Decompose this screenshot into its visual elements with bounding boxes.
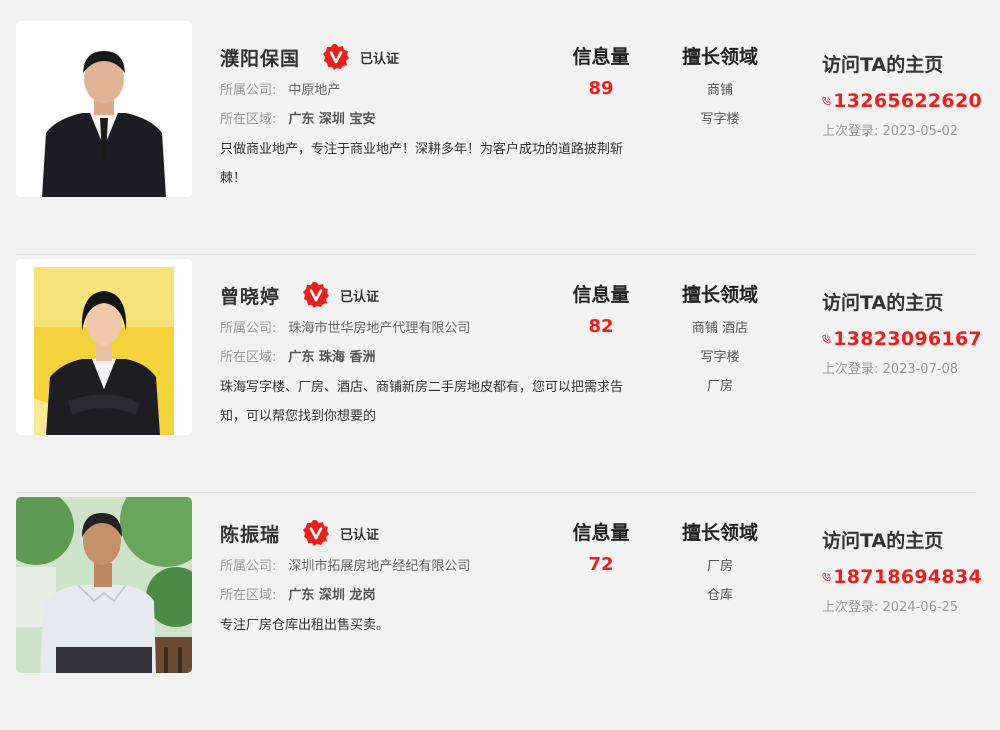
company-name: 珠海市世华房地产代理有限公司 xyxy=(288,321,471,336)
phone-number[interactable]: 13823096167 xyxy=(833,328,982,350)
last-login-label: 上次登录: xyxy=(822,362,879,377)
expertise-item: 商铺 酒店 xyxy=(691,321,749,336)
agent-card: 濮阳保国 已认证 所属公司: 中原地产 所在区域: 广东 深圳 宝安 只做商业地产，… xyxy=(16,16,982,255)
verified-badge: 已认证 xyxy=(322,43,399,71)
expertise-item: 商铺 xyxy=(706,83,733,98)
info-count-value: 72 xyxy=(588,554,614,575)
expertise-block: 擅长领域 商铺 酒店 写字楼 厂房 xyxy=(670,280,770,397)
expertise-item: 写字楼 xyxy=(700,112,740,127)
info-count-title: 信息量 xyxy=(572,522,630,544)
phone-icon xyxy=(822,334,831,344)
company-label: 所属公司: xyxy=(220,559,277,574)
agent-name[interactable]: 曾晓婷 xyxy=(220,282,280,309)
expertise-item: 仓库 xyxy=(706,588,733,603)
verified-badge: 已认证 xyxy=(302,519,379,547)
company-label: 所属公司: xyxy=(220,83,277,98)
verified-v-icon xyxy=(303,520,330,546)
last-login-date: 2024-06-25 xyxy=(882,600,959,615)
expertise-block: 擅长领域 商铺 写字楼 xyxy=(670,42,770,130)
company-name: 深圳市拓展房地产经纪有限公司 xyxy=(288,559,471,574)
expertise-title: 擅长领域 xyxy=(681,46,758,68)
verified-label: 已认证 xyxy=(340,527,380,543)
agent-card: 陈振瑞 已认证 所属公司: 深圳市拓展房地产经纪有限公司 所在区域: 广东 深圳 龙… xyxy=(16,492,982,730)
region-label: 所在区域: xyxy=(220,350,277,365)
phone-number[interactable]: 13265622620 xyxy=(833,90,982,112)
agent-description: 专注厂房仓库出租出售买卖。 xyxy=(220,618,390,633)
contact-block: 访问TA的主页 18718694834 上次登录: 2024-06-25 xyxy=(822,526,982,615)
verified-v-icon xyxy=(323,44,350,70)
info-count-block: 信息量 89 xyxy=(546,42,656,99)
last-login: 上次登录: 2023-07-08 xyxy=(822,358,982,377)
info-count-title: 信息量 xyxy=(572,284,630,306)
visit-homepage-link[interactable]: 访问TA的主页 xyxy=(822,288,982,318)
avatar[interactable] xyxy=(16,259,192,435)
agent-name[interactable]: 濮阳保国 xyxy=(220,44,300,71)
region-label: 所在区域: xyxy=(220,112,277,127)
info-count-block: 信息量 72 xyxy=(546,518,656,575)
info-count-value: 89 xyxy=(588,78,614,99)
info-count-block: 信息量 82 xyxy=(546,280,656,337)
region-value: 广东 珠海 香洲 xyxy=(288,350,376,365)
visit-homepage-link[interactable]: 访问TA的主页 xyxy=(822,50,982,80)
company-label: 所属公司: xyxy=(220,321,277,336)
region-value: 广东 深圳 宝安 xyxy=(288,112,376,127)
verified-badge: 已认证 xyxy=(302,281,379,309)
phone-icon xyxy=(822,572,831,582)
phone-icon xyxy=(822,96,831,106)
agent-description: 只做商业地产，专注于商业地产！深耕多年！为客户成功的道路披荆斩棘！ xyxy=(220,142,624,186)
avatar[interactable] xyxy=(16,497,192,673)
info-count-title: 信息量 xyxy=(572,46,630,68)
region-value: 广东 深圳 龙岗 xyxy=(288,588,376,603)
agent-card: 曾晓婷 已认证 所属公司: 珠海市世华房地产代理有限公司 所在区域: 广东 珠海 香… xyxy=(16,254,982,493)
agent-name[interactable]: 陈振瑞 xyxy=(220,520,280,547)
expertise-item: 厂房 xyxy=(706,559,733,574)
verified-label: 已认证 xyxy=(360,51,400,67)
info-count-value: 82 xyxy=(588,316,614,337)
region-label: 所在区域: xyxy=(220,588,277,603)
verified-label: 已认证 xyxy=(340,289,380,305)
expertise-item: 写字楼 xyxy=(700,350,740,365)
verified-v-icon xyxy=(303,282,330,308)
agent-list: 濮阳保国 已认证 所属公司: 中原地产 所在区域: 广东 深圳 宝安 只做商业地产，… xyxy=(0,0,1000,684)
expertise-item: 厂房 xyxy=(706,379,733,394)
visit-homepage-link[interactable]: 访问TA的主页 xyxy=(822,526,982,556)
last-login: 上次登录: 2023-05-02 xyxy=(822,120,982,139)
phone-number[interactable]: 18718694834 xyxy=(833,566,982,588)
last-login-label: 上次登录: xyxy=(822,600,879,615)
contact-block: 访问TA的主页 13265622620 上次登录: 2023-05-02 xyxy=(822,50,982,139)
last-login-label: 上次登录: xyxy=(822,124,879,139)
expertise-block: 擅长领域 厂房 仓库 xyxy=(670,518,770,606)
last-login-date: 2023-07-08 xyxy=(882,362,959,377)
last-login-date: 2023-05-02 xyxy=(882,124,959,139)
company-name: 中原地产 xyxy=(288,83,341,98)
expertise-title: 擅长领域 xyxy=(681,284,758,306)
agent-description: 珠海写字楼、厂房、酒店、商铺新房二手房地皮都有，您可以把需求告知，可以帮您找到你… xyxy=(220,380,624,424)
last-login: 上次登录: 2024-06-25 xyxy=(822,596,982,615)
avatar[interactable] xyxy=(16,21,192,197)
contact-block: 访问TA的主页 13823096167 上次登录: 2023-07-08 xyxy=(822,288,982,377)
expertise-title: 擅长领域 xyxy=(681,522,758,544)
